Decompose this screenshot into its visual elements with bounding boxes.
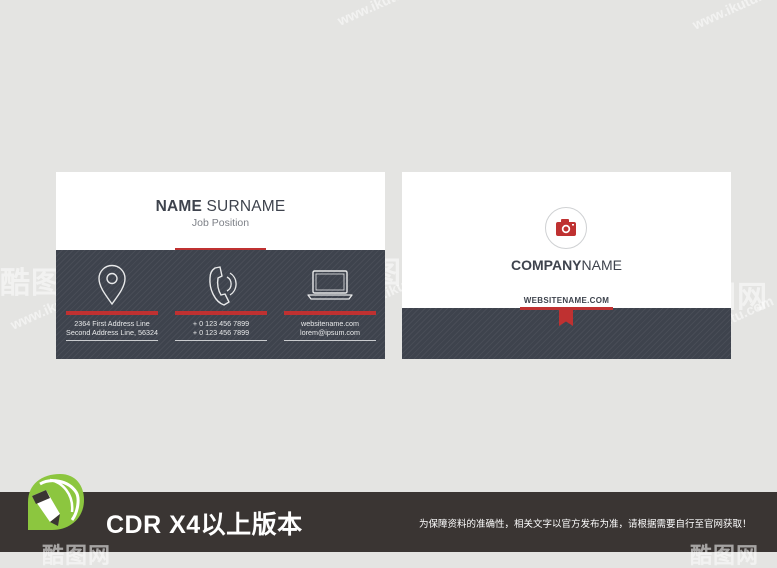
- company-website: WEBSITENAME.COM: [523, 296, 610, 305]
- front-card-header: NAME SURNAME Job Position: [56, 172, 385, 250]
- watermark-url: www.ikutu.com: [690, 0, 777, 33]
- camera-icon: [556, 219, 576, 236]
- company-name-bold: COMPANY: [511, 257, 582, 273]
- last-name: SURNAME: [206, 198, 286, 215]
- website-text: websitename.com: [301, 319, 359, 328]
- email-text: lorem@ipsum.com: [299, 328, 361, 337]
- phone-accent-bar: [175, 311, 267, 315]
- company-name: COMPANYNAME: [402, 257, 731, 273]
- website-accent-bar: [520, 307, 613, 310]
- phone-icon: [209, 266, 237, 306]
- laptop-icon: [307, 270, 353, 300]
- web-underline: [284, 340, 376, 341]
- web-accent-bar: [284, 311, 376, 315]
- web-column: websitename.com lorem@ipsum.com: [284, 250, 376, 359]
- logo-circle: [545, 207, 587, 249]
- front-business-card: NAME SURNAME Job Position 2364 First Add…: [56, 172, 385, 359]
- version-footer: CDR X4以上版本 为保障资料的准确性，相关文字以官方发布为准，请根据需要自行…: [0, 474, 777, 552]
- footer-bottom-strip: 酷图网 酷图网: [0, 543, 777, 568]
- first-name: NAME: [155, 198, 202, 215]
- disclaimer-text: 为保障资料的准确性，相关文字以官方发布为准，请根据需要自行至官网获取！: [419, 519, 752, 530]
- phone-underline: [175, 340, 267, 341]
- job-position: Job Position: [191, 217, 250, 229]
- address-line-1: 2364 First Address Line: [74, 319, 150, 328]
- front-card-contact-panel: 2364 First Address Line Second Address L…: [56, 250, 385, 359]
- phone-column: + 0 123 456 7899 + 0 123 456 7899: [175, 250, 267, 359]
- phone-number-1: + 0 123 456 7899: [192, 319, 250, 328]
- cdr-version-label: CDR X4以上版本: [106, 511, 303, 539]
- company-name-regular: NAME: [581, 257, 622, 273]
- person-name: NAME SURNAME: [56, 198, 385, 216]
- location-pin-icon: [98, 264, 126, 306]
- back-business-card: COMPANYNAME WEBSITENAME.COM: [402, 172, 731, 359]
- address-column: 2364 First Address Line Second Address L…: [66, 250, 158, 359]
- address-line-2: Second Address Line, 56324: [66, 328, 158, 337]
- address-underline: [66, 340, 158, 341]
- phone-number-2: + 0 123 456 7899: [192, 328, 250, 337]
- coreldraw-pen-icon: [28, 474, 84, 530]
- address-accent-bar: [66, 311, 158, 315]
- watermark-url: www.ikutu.com: [335, 0, 435, 29]
